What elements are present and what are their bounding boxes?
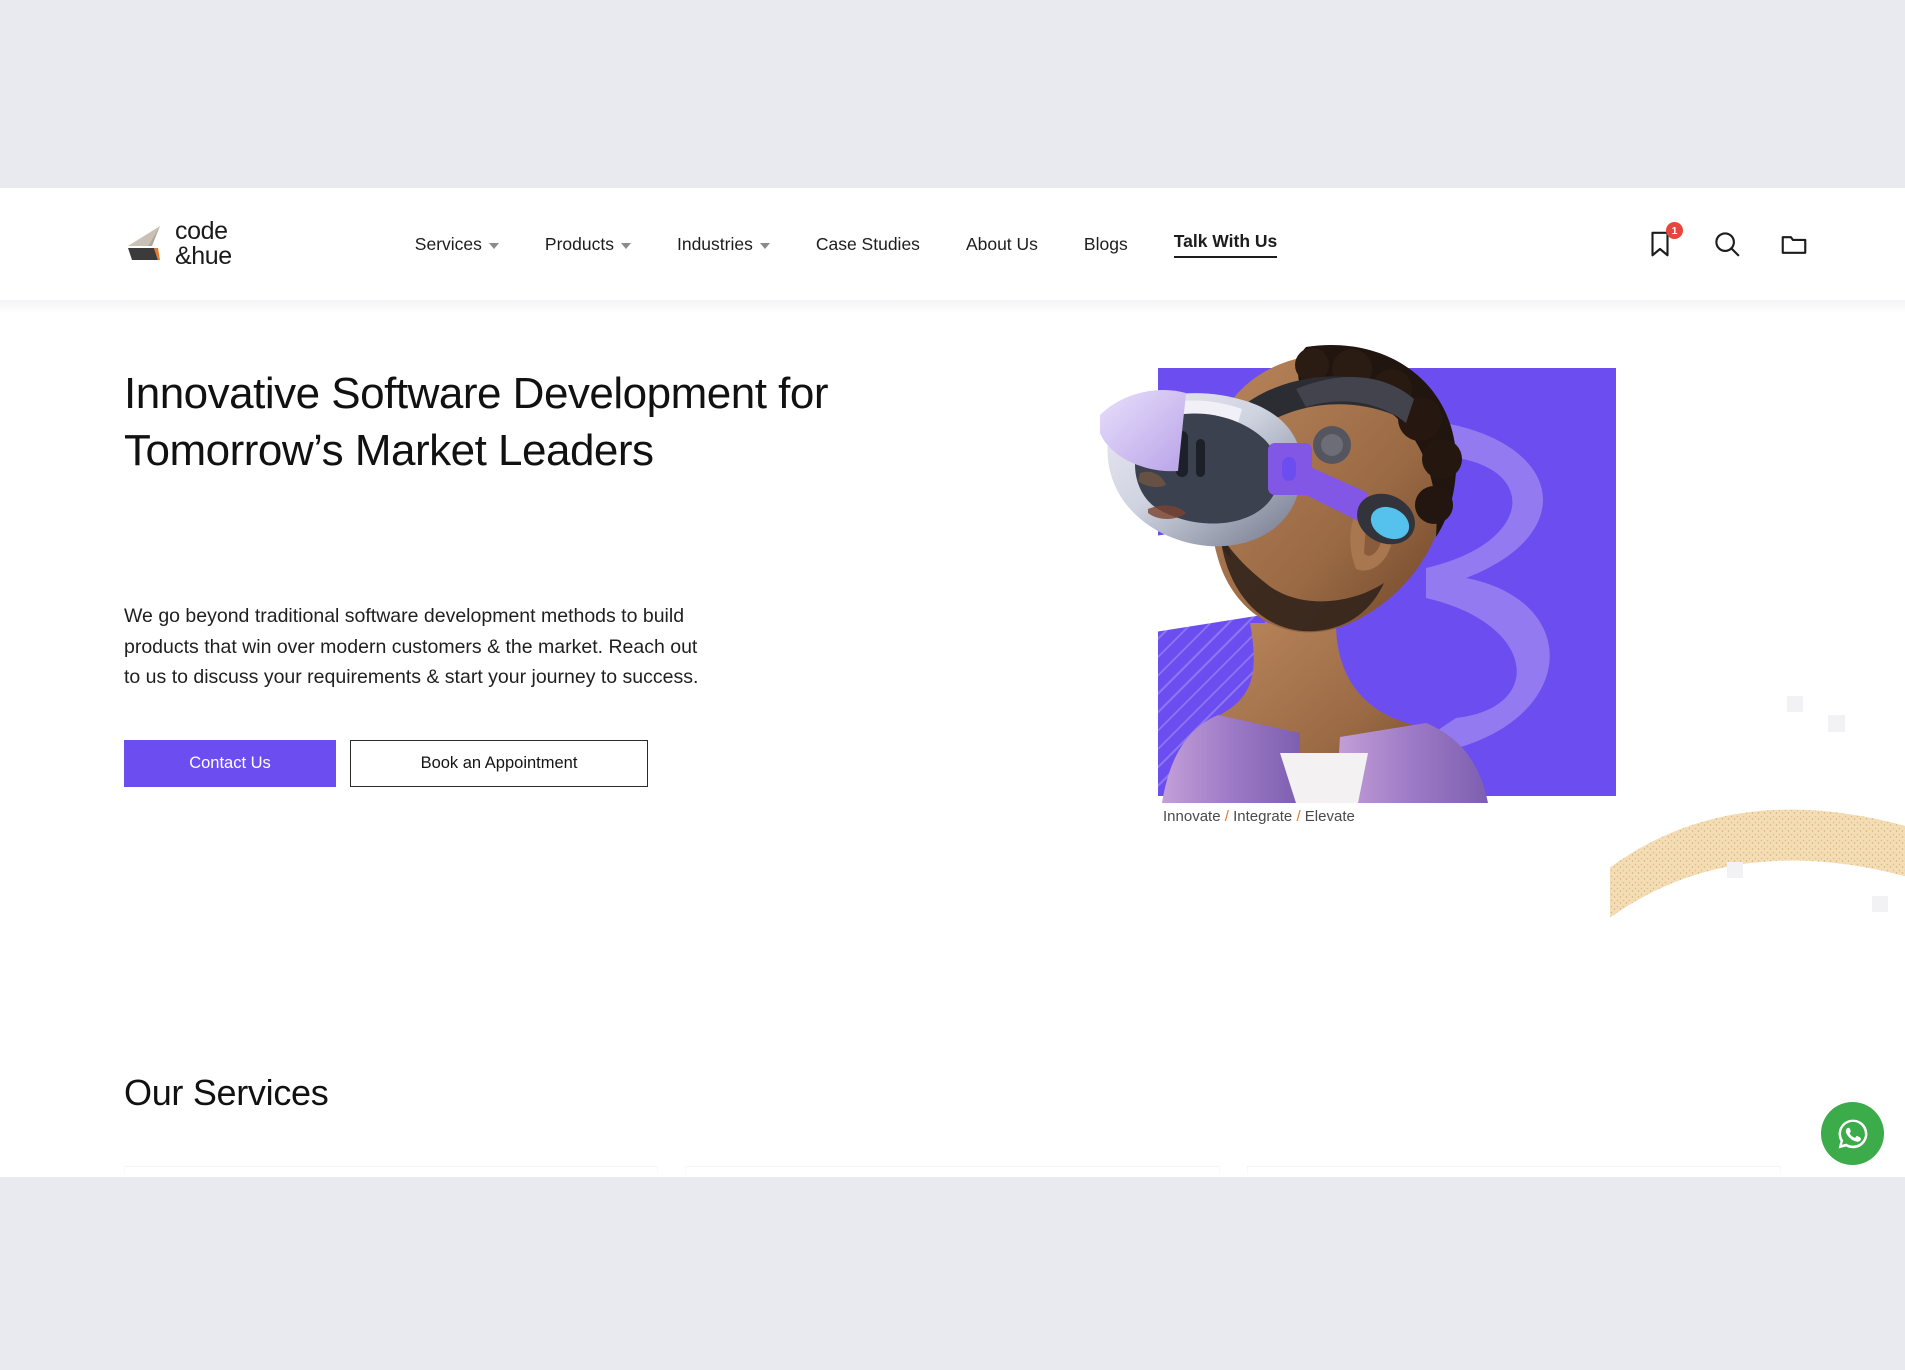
- header-actions: 1: [1645, 222, 1861, 259]
- hero-cta-group: Contact Us Book an Appointment: [124, 739, 844, 787]
- nav-label: About Us: [965, 233, 1038, 254]
- book-appointment-button[interactable]: Book an Appointment: [350, 739, 648, 787]
- chevron-down-icon: [488, 242, 499, 249]
- service-card-product-engineering[interactable]: PRODUCT ENGINEERING Mobile app developme…: [1246, 1166, 1781, 1177]
- site-header: code &hue Services Products Industries C…: [0, 188, 1905, 300]
- decorative-square-4: [1872, 896, 1888, 912]
- caption-word-elevate: Elevate: [1304, 808, 1355, 825]
- bookmark-icon[interactable]: 1: [1645, 222, 1683, 259]
- caption-word-innovate: Innovate: [1163, 808, 1221, 825]
- hero-title-line2: Tomorrow’s Market Leaders: [124, 426, 654, 475]
- logo-text-line2: &hue: [175, 242, 232, 270]
- nav-item-products[interactable]: Products: [522, 228, 654, 261]
- hero-title: Innovative Software Development for Tomo…: [124, 365, 844, 479]
- caption-separator: /: [1224, 808, 1229, 825]
- contact-us-button[interactable]: Contact Us: [124, 739, 336, 787]
- caption-separator: /: [1296, 808, 1301, 825]
- hero-description: We go beyond traditional software develo…: [124, 605, 699, 688]
- services-heading: Our Services: [124, 1072, 329, 1113]
- letterbox-bottom: [0, 1177, 1905, 1370]
- decorative-arc: [1610, 755, 1905, 925]
- hero-title-line1: Innovative Software Development for: [124, 369, 829, 418]
- hero-section: Innovative Software Development for Tomo…: [0, 300, 1905, 1009]
- nav-label: Industries: [676, 233, 753, 254]
- man-wearing-vr-headset-photo: [1100, 345, 1488, 803]
- service-card-digital-experience[interactable]: DIGITAL EXPERIENCE AND BRAND DESIGN UI/U…: [685, 1166, 1220, 1177]
- nav-label: Products: [544, 233, 614, 254]
- decorative-square-2: [1828, 715, 1845, 732]
- nav-item-blogs[interactable]: Blogs: [1061, 228, 1151, 261]
- nav-item-about-us[interactable]: About Us: [943, 228, 1061, 261]
- hero-copy: Innovative Software Development for Tomo…: [124, 365, 844, 787]
- decorative-square-3: [1727, 862, 1743, 878]
- search-icon[interactable]: [1712, 229, 1742, 259]
- browser-viewport: code &hue Services Products Industries C…: [0, 0, 1905, 1370]
- nav-label: Talk With Us: [1173, 231, 1278, 258]
- whatsapp-icon[interactable]: [1821, 1102, 1884, 1165]
- letterbox-top: [0, 0, 1905, 188]
- nav-label: Services: [414, 233, 482, 254]
- nav-label: Case Studies: [815, 233, 920, 254]
- nav-label: Blogs: [1083, 233, 1128, 254]
- website-page: code &hue Services Products Industries C…: [0, 188, 1905, 1177]
- main-nav: Services Products Industries Case Studie…: [392, 225, 1300, 264]
- bookmark-badge: 1: [1666, 222, 1683, 239]
- decorative-square-1: [1787, 696, 1803, 712]
- service-card-list: IT CONSULTING Business & Strategy consul…: [124, 1166, 1781, 1177]
- nav-item-services[interactable]: Services: [392, 228, 522, 261]
- caption-word-integrate: Integrate: [1233, 808, 1293, 825]
- hero-image: [1100, 345, 1616, 803]
- nav-item-talk-with-us[interactable]: Talk With Us: [1151, 225, 1301, 264]
- nav-item-case-studies[interactable]: Case Studies: [793, 228, 943, 261]
- service-card-it-consulting[interactable]: IT CONSULTING Business & Strategy consul…: [124, 1166, 659, 1177]
- hero-image-caption: Innovate / Integrate / Elevate: [1163, 808, 1355, 825]
- nav-item-industries[interactable]: Industries: [654, 228, 793, 261]
- logo-text: code &hue: [175, 219, 232, 269]
- codehue-logo-icon: [124, 222, 164, 266]
- services-section: Our Services: [0, 940, 1905, 1177]
- chevron-down-icon: [759, 242, 770, 249]
- chevron-down-icon: [620, 242, 631, 249]
- folder-icon[interactable]: [1779, 229, 1809, 259]
- logo[interactable]: code &hue: [124, 219, 232, 269]
- logo-text-line1: code: [175, 217, 228, 245]
